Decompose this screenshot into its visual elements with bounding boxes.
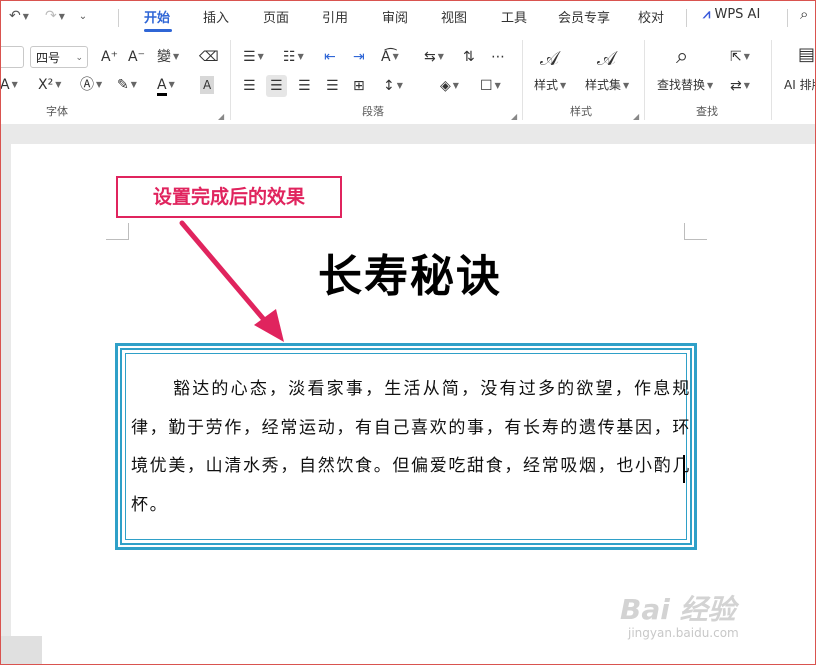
align-center-icon[interactable]: ☰ (266, 75, 287, 97)
align-left-icon[interactable]: ☰ (243, 77, 256, 95)
replace-icon[interactable]: ⇄ ▼ (730, 77, 750, 95)
borders-icon[interactable]: ☐ ▼ (480, 77, 501, 95)
redo-icon: ↷ (45, 8, 57, 24)
align-right-icon[interactable]: ☰ (298, 77, 311, 95)
text-direction-icon[interactable]: A͡ ▼ (381, 48, 399, 66)
search-icon[interactable]: ⌕ (800, 5, 808, 23)
font-color-icon[interactable]: A ▼ (157, 76, 175, 96)
style-button[interactable]: 样式 ▼ (534, 76, 566, 93)
chevron-down-icon: ⌄ (78, 10, 88, 22)
superscript-icon[interactable]: X² ▼ (38, 76, 61, 94)
quick-access-more-button[interactable]: ⌄ (74, 5, 92, 27)
wps-ai-logo-icon: ⩘ (703, 7, 711, 22)
clear-format-icon[interactable]: ⌫ (199, 48, 219, 66)
undo-icon: ↶ (9, 8, 21, 24)
group-separator (644, 40, 645, 120)
group-separator (771, 40, 772, 120)
body-paragraph[interactable]: 豁达的心态，淡看家事，生活从简，没有过多的欲望，作息规律，勤于劳作，经常运动，有… (131, 370, 691, 524)
styles-group-label: 样式 (570, 105, 592, 118)
tab-separator (686, 9, 687, 27)
phonetic-guide-icon[interactable]: 變 ▼ (157, 48, 179, 66)
strikethrough-icon[interactable]: A ▼ (0, 76, 18, 94)
dialog-launcher-icon[interactable]: ◢ (511, 112, 517, 121)
find-icon: ⌕ (676, 44, 689, 69)
char-shading-icon[interactable]: A (200, 76, 215, 94)
tab-proofread[interactable]: 校对 (638, 7, 664, 26)
watermark-main: Bai 经验 (620, 593, 736, 626)
paragraph-group-label: 段落 (362, 105, 384, 118)
tab-view[interactable]: 视图 (441, 7, 467, 26)
watermark-sub: jingyan.baidu.com (628, 626, 739, 640)
find-group-label: 查找 (696, 105, 718, 118)
tab-page[interactable]: 页面 (263, 7, 289, 26)
tab-insert[interactable]: 插入 (203, 7, 229, 26)
style-brush-icon: 𝒜 (540, 46, 559, 70)
show-marks-icon[interactable]: ⋯ (491, 48, 505, 66)
style-set-button[interactable]: 样式集 ▼ (585, 76, 629, 93)
tab-review[interactable]: 审阅 (382, 7, 408, 26)
font-group-label: 字体 (46, 105, 68, 118)
distributed-icon[interactable]: ⊞ (353, 77, 365, 95)
ribbon-tab-bar: ↶ ▼ ↷ ▼ ⌄ 开始 插入 页面 引用 审阅 视图 工具 会员专享 校对 ⩘ W… (0, 0, 816, 34)
style-set-icon: 𝒜 (597, 46, 616, 70)
tab-separator (787, 9, 788, 27)
tab-references[interactable]: 引用 (322, 7, 348, 26)
line-spacing-icon[interactable]: ↕ ▼ (383, 77, 403, 95)
baidu-watermark: Bai 经验 jingyan.baidu.com (620, 588, 800, 648)
shrink-font-icon[interactable]: A⁻ (128, 48, 145, 66)
font-size-combo[interactable]: 四号 ⌄ (30, 46, 88, 68)
sort-icon[interactable]: ⇆ ▼ (424, 48, 444, 66)
grow-font-icon[interactable]: A⁺ (101, 48, 118, 66)
undo-button[interactable]: ↶ ▼ (4, 5, 34, 27)
tab-wps-ai[interactable]: ⩘ WPS AI (703, 7, 760, 22)
tab-member[interactable]: 会员专享 (558, 7, 610, 26)
group-separator (522, 40, 523, 120)
group-separator (230, 40, 231, 120)
margin-mark (106, 223, 129, 240)
dialog-launcher-icon[interactable]: ◢ (218, 112, 224, 121)
numbered-list-icon[interactable]: ☷ ▼ (283, 48, 304, 66)
document-title[interactable]: 长寿秘诀 (260, 240, 560, 304)
justify-icon[interactable]: ☰ (326, 77, 339, 95)
find-replace-button[interactable]: 查找替换 ▼ (657, 76, 713, 93)
margin-mark (684, 223, 707, 240)
annotation-callout: 设置完成后的效果 (116, 176, 342, 218)
ribbon: 四号 ⌄ A⁺ A⁻ 變 ▼ ⌫ A ▼ X² ▼ Ⓐ ▼ ✎ ▼ A ▼ A 字体 ◢ ☰ ▼… (0, 34, 816, 125)
text-cursor (683, 455, 685, 483)
tab-tools[interactable]: 工具 (501, 7, 527, 26)
redo-button[interactable]: ↷ ▼ (40, 5, 70, 27)
chevron-down-icon: ⌄ (75, 53, 83, 63)
sort-az-icon[interactable]: ⇅ (463, 48, 475, 66)
page-gutter (0, 636, 42, 665)
shading-icon[interactable]: ◈ ▼ (440, 77, 459, 95)
text-effect-icon[interactable]: Ⓐ ▼ (80, 76, 102, 94)
increase-indent-icon[interactable]: ⇥ (353, 48, 365, 66)
dialog-launcher-icon[interactable]: ◢ (633, 112, 639, 121)
tab-separator (118, 9, 119, 27)
font-name-combo[interactable] (0, 46, 24, 68)
decrease-indent-icon[interactable]: ⇤ (324, 48, 336, 66)
tab-home[interactable]: 开始 (144, 7, 170, 26)
ai-layout-button[interactable]: AI 排版 (784, 76, 816, 93)
bullet-list-icon[interactable]: ☰ ▼ (243, 48, 264, 66)
ai-layout-icon: ▤ (798, 44, 816, 65)
active-tab-indicator (144, 29, 172, 32)
select-cursor-icon[interactable]: ⇱ ▼ (730, 48, 750, 66)
highlight-icon[interactable]: ✎ ▼ (117, 76, 137, 94)
